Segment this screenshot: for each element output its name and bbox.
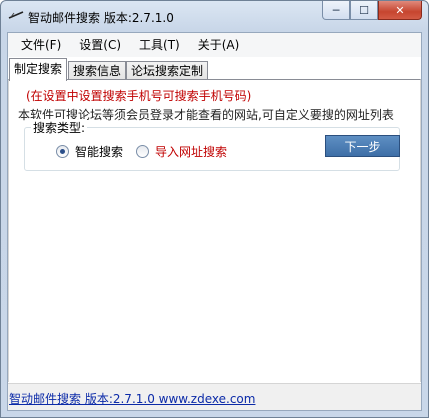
search-type-label: 搜索类型: bbox=[31, 119, 88, 136]
window-title: 智动邮件搜索 版本:2.7.1.0 bbox=[28, 11, 174, 25]
import-url-search-radio[interactable]: 导入网址搜索 bbox=[136, 143, 227, 160]
radio-checked-icon bbox=[56, 145, 69, 158]
minimize-icon: ─ bbox=[332, 3, 340, 17]
maximize-icon: ☐ bbox=[359, 3, 369, 17]
menu-bar: 文件(F) 设置(C) 工具(T) 关于(A) bbox=[8, 33, 421, 57]
app-logo-icon bbox=[8, 9, 24, 21]
close-button[interactable]: ✕ bbox=[378, 1, 422, 20]
minimize-button[interactable]: ─ bbox=[322, 1, 350, 20]
tab-custom-search[interactable]: 制定搜索 bbox=[9, 58, 68, 81]
title-bar[interactable]: 智动邮件搜索 版本:2.7.1.0 ─ ☐ ✕ bbox=[1, 1, 428, 31]
status-bar: 智动邮件搜索 版本:2.7.1.0 www.zdexe.com bbox=[8, 383, 421, 410]
tab-forum-search[interactable]: 论坛搜索定制 bbox=[126, 61, 209, 80]
tab-panel-custom-search: (在设置中设置搜索手机号可搜索手机号码) 本软件可搜论坛等须会员登录才能查看的网… bbox=[8, 79, 421, 382]
tab-strip: 制定搜索 搜索信息 论坛搜索定制 bbox=[8, 58, 421, 81]
import-url-search-label: 导入网址搜索 bbox=[155, 145, 228, 159]
close-icon: ✕ bbox=[395, 3, 405, 17]
caption-buttons: ─ ☐ ✕ bbox=[322, 1, 422, 21]
smart-search-radio[interactable]: 智能搜索 bbox=[56, 143, 123, 160]
menu-settings[interactable]: 设置(C) bbox=[70, 33, 130, 57]
radio-unchecked-icon bbox=[136, 145, 149, 158]
menu-tools[interactable]: 工具(T) bbox=[130, 33, 189, 57]
maximize-button[interactable]: ☐ bbox=[350, 1, 378, 20]
next-step-button[interactable]: 下一步 bbox=[325, 135, 400, 157]
phone-search-hint: (在设置中设置搜索手机号可搜索手机号码) bbox=[26, 89, 252, 103]
website-link[interactable]: 智动邮件搜索 版本:2.7.1.0 www.zdexe.com bbox=[9, 390, 255, 407]
menu-about[interactable]: 关于(A) bbox=[189, 33, 249, 57]
search-type-group: 搜索类型: 智能搜索 导入网址搜索 下一步 bbox=[24, 119, 400, 171]
smart-search-label: 智能搜索 bbox=[75, 145, 124, 159]
menu-file[interactable]: 文件(F) bbox=[12, 33, 70, 57]
client-area: 文件(F) 设置(C) 工具(T) 关于(A) 制定搜索 搜索信息 论坛搜索定制… bbox=[7, 32, 422, 411]
app-window: 智动邮件搜索 版本:2.7.1.0 ─ ☐ ✕ 文件(F) 设置(C) 工具(T… bbox=[0, 0, 429, 418]
tab-search-info[interactable]: 搜索信息 bbox=[68, 61, 127, 80]
